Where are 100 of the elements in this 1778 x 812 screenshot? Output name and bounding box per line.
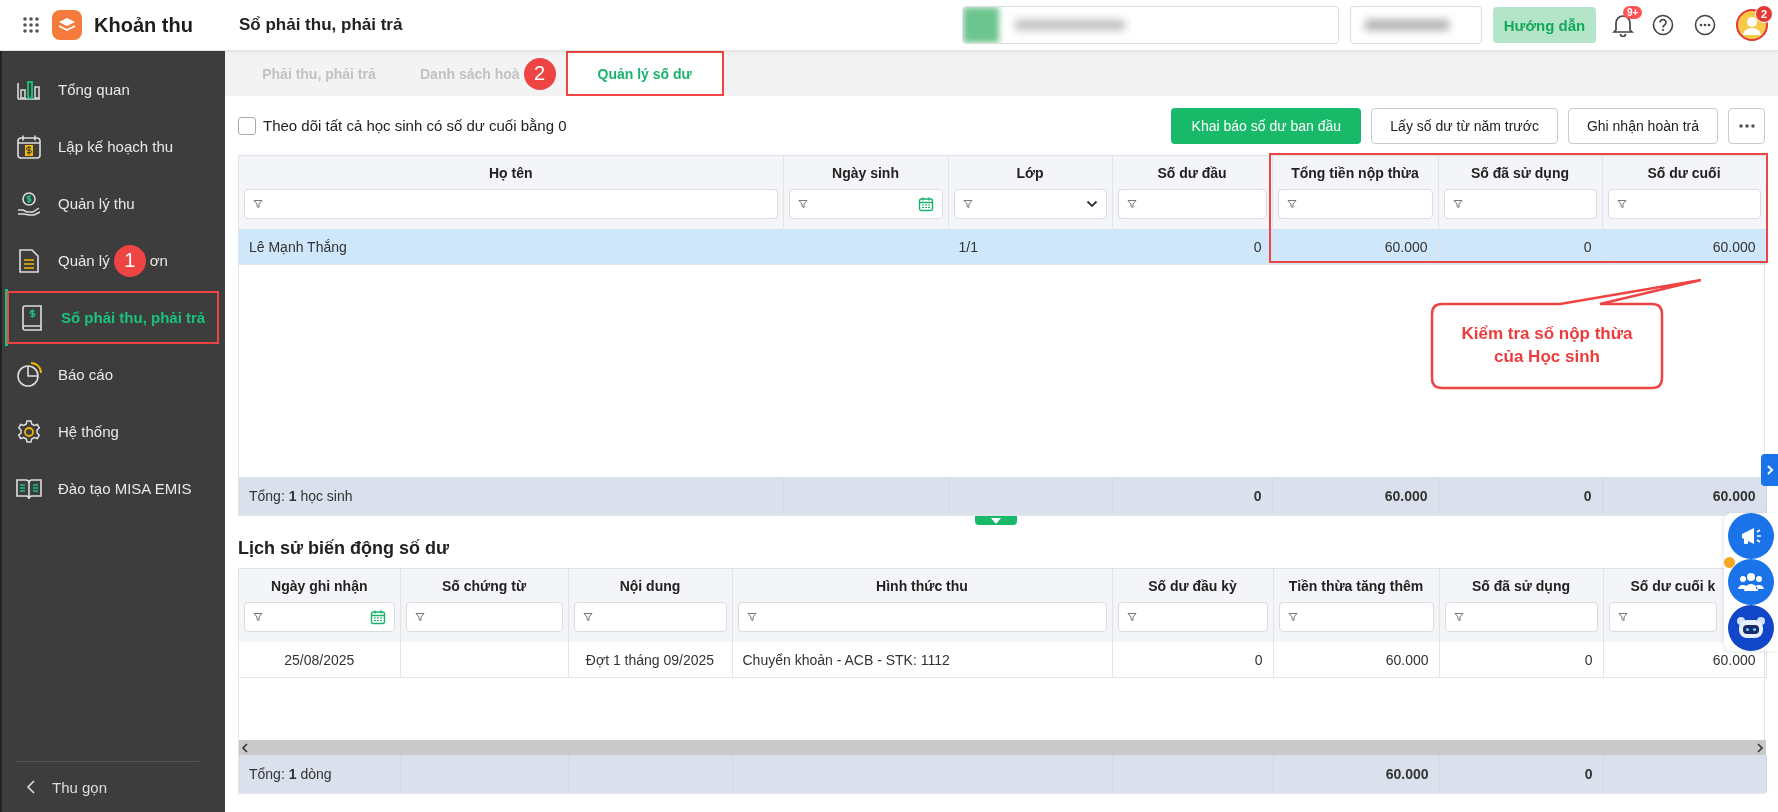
filter-field[interactable] (1117, 189, 1267, 219)
column-header: Số dư đầu kỳ (1147, 576, 1238, 596)
toolbar-button[interactable]: Lấy số dư từ năm trước (1371, 107, 1558, 144)
total-cell: 60.000 (1712, 487, 1756, 504)
avatar-badge: 2 (1755, 5, 1773, 23)
notification-dot (1724, 557, 1735, 568)
table-row[interactable]: Lê Mạnh Thắng 1/1 0 60.000 0 60.000 (239, 229, 1766, 265)
column-header: Số đã sử dụng (1471, 576, 1571, 596)
filter-icon (582, 612, 593, 622)
total-cell: 60.000 (1385, 765, 1429, 782)
filter-icon (1452, 199, 1463, 209)
filter-field[interactable] (1117, 602, 1268, 632)
app-logo-icon (52, 10, 82, 40)
sidebar-label-part: ơn (149, 252, 168, 269)
column-header: Số dư cuối k (1630, 576, 1716, 596)
column-header: Số chứng từ (440, 576, 528, 596)
filter-field[interactable] (244, 189, 778, 219)
sidebar-item[interactable]: Báo cáo (2, 346, 225, 403)
filter-field[interactable] (1278, 602, 1434, 632)
filter-field[interactable] (737, 602, 1107, 632)
page-title: Sổ phải thu, phải trả (239, 15, 403, 35)
column-header: Nội dung (618, 576, 682, 596)
filter-icon (797, 199, 808, 209)
chevron-right-icon (1765, 464, 1774, 476)
chevron-left-icon (26, 779, 36, 795)
app-name: Khoản thu (94, 13, 193, 37)
table-cell: 0 (1583, 238, 1592, 255)
filter-icon (1126, 199, 1137, 209)
table-cell: 0 (1253, 238, 1262, 255)
filter-icon (253, 612, 263, 622)
collapse-button[interactable]: Thu gọn (16, 761, 199, 812)
sidebar-item[interactable]: Đào tạo MISA EMIS (2, 460, 225, 517)
blurred-field[interactable] (962, 6, 1339, 44)
toolbar-button[interactable]: Ghi nhận hoàn trả (1567, 107, 1718, 144)
more-icon[interactable] (1694, 14, 1716, 36)
filter-icon (1453, 612, 1464, 622)
filter-icon (1286, 199, 1297, 209)
total-cell: Tổng: 1 học sinh (249, 487, 353, 504)
calendar-icon[interactable] (369, 609, 386, 625)
table-cell: 60.000 (1384, 238, 1428, 255)
table-cell: 60.000 (1712, 238, 1756, 255)
column-header: Tổng tiền nộp thừa (1290, 163, 1420, 183)
filter-field[interactable] (573, 602, 727, 632)
blurred-dropdown[interactable] (1350, 6, 1482, 44)
robot-icon (1736, 616, 1766, 640)
filter-icon (1287, 612, 1298, 622)
filter-field[interactable] (405, 602, 563, 632)
megaphone-button[interactable] (1728, 513, 1774, 559)
filter-field[interactable] (1608, 602, 1717, 632)
filter-field[interactable] (1444, 602, 1598, 632)
total-cell: Tổng: 1 dòng (249, 765, 332, 782)
scroll-right-icon[interactable] (1754, 741, 1766, 754)
filter-field[interactable] (1277, 189, 1433, 219)
checkbox-label: Theo dõi tất cả học sinh có số dư cuối bằng 0 (263, 117, 567, 134)
table-cell: 25/08/2025 (284, 651, 355, 668)
sidebar-item[interactable]: Quản lý thu (2, 175, 225, 232)
robot-button[interactable] (1728, 605, 1774, 651)
filter-icon (1126, 612, 1137, 622)
expand-tab[interactable] (1761, 454, 1778, 486)
horizontal-scrollbar[interactable] (239, 740, 1766, 755)
sidebar-item[interactable]: Sổ phải thu, phải trả (5, 289, 221, 346)
filter-field[interactable] (953, 189, 1107, 219)
chevron-down-icon[interactable] (1085, 200, 1098, 208)
total-cell: 0 (1584, 765, 1593, 782)
column-header: Tiền thừa tăng thêm (1287, 576, 1425, 596)
more-icon (1738, 123, 1755, 128)
group-icon (1738, 571, 1764, 593)
bar-chart-icon (16, 78, 42, 101)
scroll-left-icon[interactable] (239, 741, 251, 754)
step-marker: 1 (113, 244, 146, 277)
sidebar-item[interactable]: Tổng quan (2, 61, 225, 118)
sidebar-item[interactable]: Lập kế hoạch thu (2, 118, 225, 175)
column-header: Số đã sử dụng (1470, 163, 1570, 183)
ledger-book-icon (20, 304, 44, 331)
section-title: Lịch sử biến động số dư (238, 538, 451, 559)
table-cell: 60.000 (1712, 651, 1756, 668)
hand-coin-icon (16, 190, 42, 217)
app-grid-icon[interactable] (22, 16, 40, 34)
calendar-icon[interactable] (917, 196, 934, 212)
total-cell: 0 (1253, 487, 1262, 504)
column-header: Họ tên (487, 163, 534, 183)
filter-field[interactable] (788, 189, 943, 219)
sidebar-item[interactable]: Quản lý 1 ơn (2, 232, 225, 289)
document-icon (18, 247, 40, 274)
filter-icon (1617, 612, 1628, 622)
help-icon[interactable] (1652, 14, 1674, 36)
expand-handle[interactable] (975, 516, 1017, 525)
filter-field[interactable] (244, 602, 395, 632)
sidebar-item[interactable]: Hệ thống (2, 403, 225, 460)
column-header: Hình thức thu (875, 576, 969, 596)
checkbox[interactable] (238, 116, 256, 135)
step-marker: 2 (523, 57, 556, 90)
column-header: Ngày ghi nhận (270, 576, 369, 596)
settings-icon (16, 418, 42, 445)
filter-field[interactable] (1443, 189, 1597, 219)
column-header: Số dư cuối (1646, 163, 1722, 183)
column-header: Lớp (1015, 163, 1045, 183)
more-button[interactable] (1728, 107, 1765, 144)
table-cell: Đợt 1 tháng 09/2025 (585, 651, 715, 668)
filter-field[interactable] (1607, 189, 1761, 219)
